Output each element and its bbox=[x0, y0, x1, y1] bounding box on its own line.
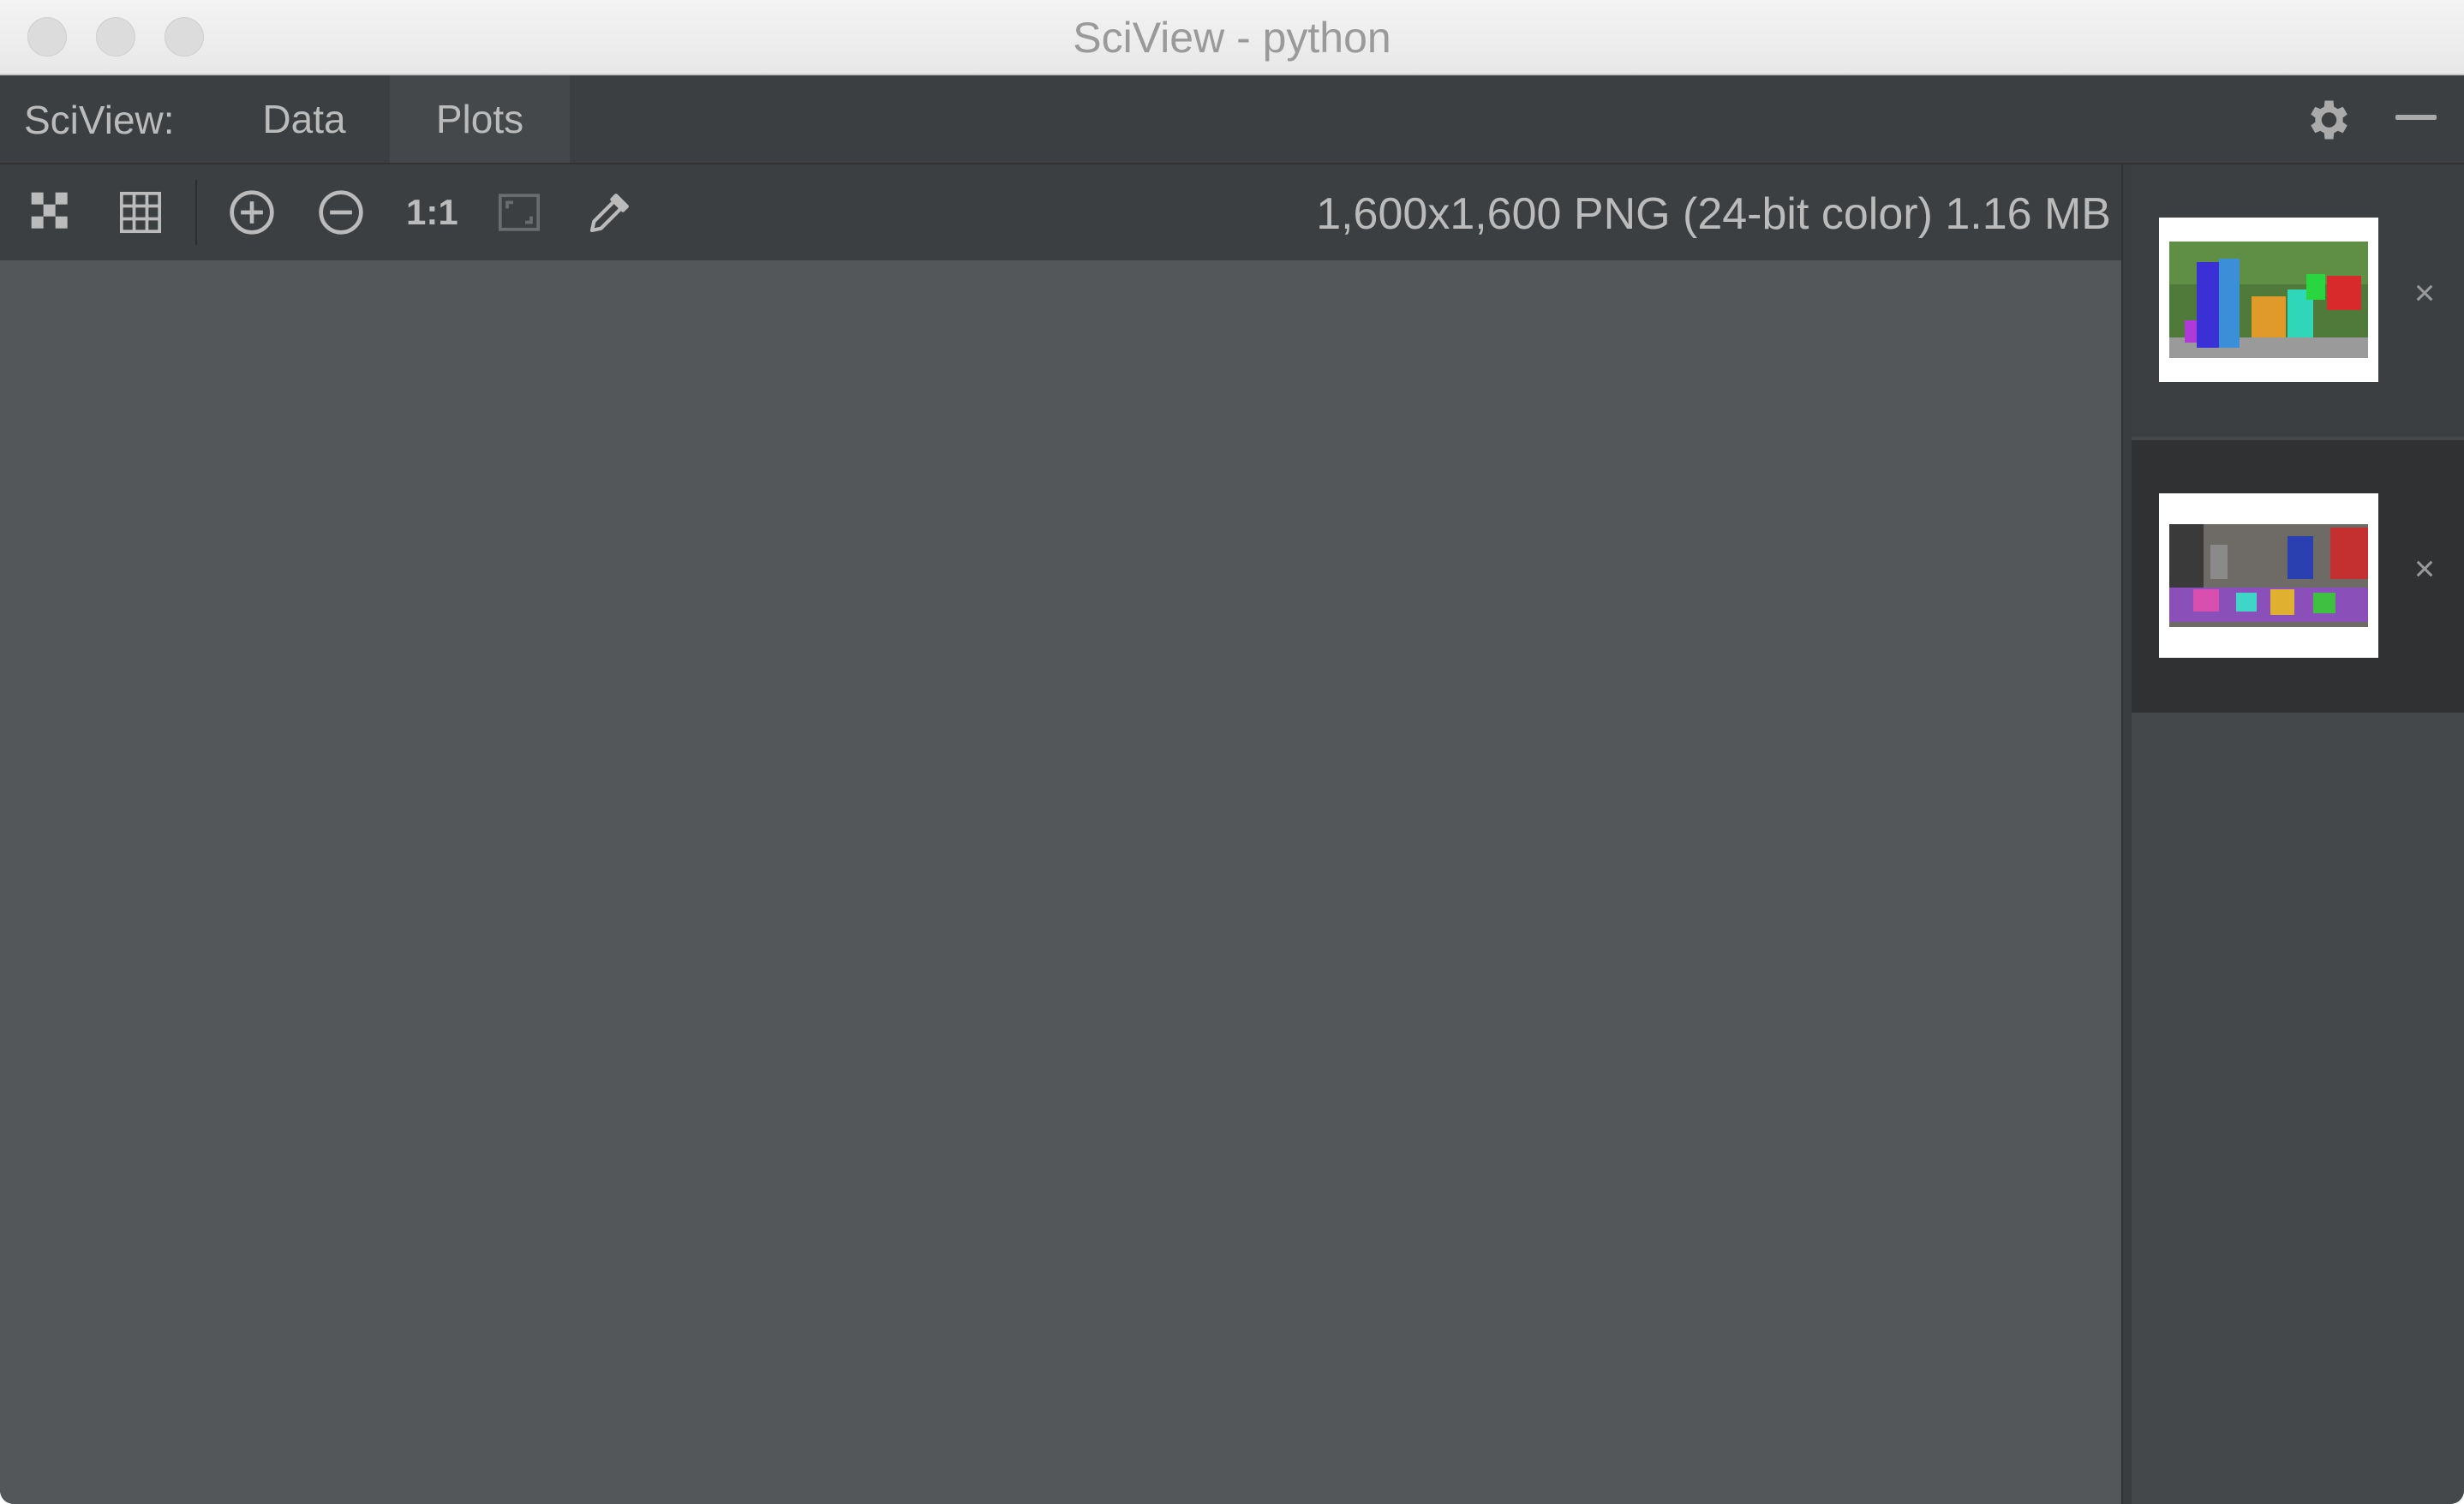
tab-data[interactable]: Data bbox=[231, 75, 377, 163]
segmentation-thumbnail-1[interactable] bbox=[2159, 218, 2378, 382]
thumbnail-item[interactable]: × bbox=[2132, 440, 2464, 713]
close-thumbnail-1-button[interactable]: × bbox=[2406, 274, 2443, 312]
close-thumbnail-2-button[interactable]: × bbox=[2406, 550, 2443, 588]
minimize-icon[interactable] bbox=[2395, 115, 2437, 120]
sciview-window: SciView - python SciView: Data Plots 1:1… bbox=[0, 0, 2464, 1504]
chessboard-icon[interactable] bbox=[27, 188, 75, 236]
tab-bar: SciView: Data Plots bbox=[0, 75, 2464, 164]
thumbnails-panel: × × bbox=[2132, 164, 2464, 1504]
fit-zoom-icon[interactable] bbox=[495, 188, 543, 236]
zoom-out-icon[interactable] bbox=[317, 188, 365, 236]
title-bar: SciView - python bbox=[0, 0, 2464, 75]
zoom-in-icon[interactable] bbox=[228, 188, 276, 236]
toolbar-separator bbox=[195, 180, 197, 245]
gear-icon[interactable] bbox=[2301, 94, 2353, 146]
thumbnail-item[interactable]: × bbox=[2132, 164, 2464, 437]
actual-size-icon[interactable]: 1:1 bbox=[406, 188, 458, 236]
window-title: SciView - python bbox=[1073, 14, 1391, 62]
grid-icon[interactable] bbox=[117, 188, 164, 236]
image-toolbar: 1:1 1,600x1,600 PNG (24-bit color) 1.16 … bbox=[0, 164, 2121, 260]
image-canvas[interactable] bbox=[0, 260, 2121, 1504]
sciview-label: SciView: bbox=[24, 98, 175, 142]
tab-plots[interactable]: Plots bbox=[390, 75, 570, 163]
color-picker-icon[interactable] bbox=[586, 188, 634, 236]
segmentation-thumbnail-2[interactable] bbox=[2159, 493, 2378, 658]
image-info: 1,600x1,600 PNG (24-bit color) 1.16 MB bbox=[1316, 189, 2111, 239]
